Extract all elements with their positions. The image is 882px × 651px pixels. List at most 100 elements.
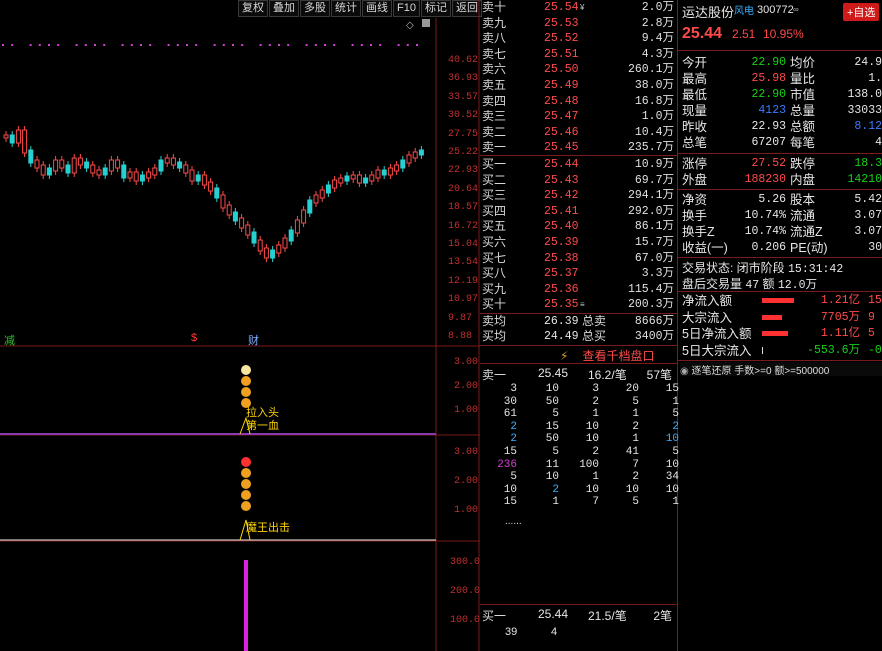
queue-cell: 3 — [510, 383, 517, 395]
candle — [15, 129, 21, 144]
flow-extra: 15 — [868, 294, 882, 307]
bid-row[interactable]: 买八 25.37 3.3万 — [482, 266, 678, 282]
bid-row[interactable]: 买七 25.38 67.0万 — [482, 251, 678, 267]
queue-cell: 5 — [672, 446, 679, 458]
signal-dot — [130, 44, 133, 46]
marker-cai[interactable]: 财 — [248, 332, 259, 348]
signal-dot — [121, 44, 124, 46]
quote-value: 3.07 — [854, 225, 882, 238]
flow-extra: 9 — [868, 310, 875, 324]
bid-row[interactable]: 买九 25.36 115.4万 — [482, 282, 678, 298]
candle — [170, 157, 176, 166]
queue-cell: 15 — [545, 420, 559, 433]
quote-value: 5.42 — [854, 193, 882, 206]
queue-cell: 10 — [665, 483, 679, 496]
signal-dot — [241, 44, 244, 46]
quote-value: 14210 — [847, 173, 882, 186]
queue-cell: 10 — [665, 458, 679, 471]
ask-row[interactable]: 卖十 25.54 ¥2.0万 — [482, 0, 678, 16]
bid-label: 买五 — [482, 219, 507, 234]
quote-label: 市值 — [790, 88, 816, 102]
queue-cell: 5 — [552, 446, 559, 458]
queue-cell: 15 — [665, 383, 679, 395]
ask-row[interactable]: 卖四 25.48 16.8万 — [482, 94, 678, 110]
ask-row[interactable]: 卖八 25.52 9.4万 — [482, 31, 678, 47]
bid-volume: 10.9万 — [634, 158, 674, 171]
ask-row[interactable]: 卖六 25.50 260.1万 — [482, 62, 678, 78]
bid-volume: 292.0万 — [627, 204, 674, 218]
queue-more[interactable]: ...... — [505, 516, 522, 527]
quote-label: 现量 — [682, 104, 708, 118]
signal-dot — [287, 44, 290, 46]
candle — [133, 171, 139, 182]
add-watchlist-button[interactable]: +自选 — [843, 3, 880, 21]
ask-flag-icon: ¥ — [580, 3, 585, 12]
queue-cell: 10 — [545, 383, 559, 395]
ask-label: 卖一 — [482, 140, 507, 155]
queue-buy-header: 买一 25.44 21.5/笔 2笔 — [482, 607, 672, 623]
stock-name[interactable]: 运达股份 — [682, 2, 734, 21]
ind2-tick: 3.00 — [454, 447, 479, 458]
flow-label: 大宗流入 — [682, 310, 733, 325]
ask-row[interactable]: 卖五 25.49 38.0万 — [482, 78, 678, 94]
bid-row[interactable]: 买六 25.39 15.7万 — [482, 235, 678, 251]
bid-label: 买十 — [482, 297, 507, 312]
price-line: 25.44 2.51 10.95% — [680, 25, 882, 45]
price-tick: 10.97 — [448, 294, 479, 306]
view-thousand-orders-button[interactable]: ⚡ 查看千档盘口 — [560, 347, 654, 363]
bid-price: 25.38 — [544, 251, 579, 265]
queue-cell: 10 — [503, 483, 517, 496]
candle — [338, 177, 344, 184]
signal-dot — [149, 44, 152, 46]
trade-filter-bar[interactable]: ◉ 逐笔还原 手数>=0 额>=500000 — [680, 362, 882, 377]
ask-row[interactable]: 卖九 25.53 2.8万 — [482, 16, 678, 32]
quote-value: 4 — [875, 136, 882, 149]
flow-label: 5日大宗流入 — [682, 343, 752, 358]
bid-row[interactable]: 买三 25.42 294.1万 — [482, 188, 678, 204]
bid-row[interactable]: 买一 25.44 10.9万 — [482, 157, 678, 173]
queue-cell: 5 — [632, 496, 639, 509]
signal-dot — [94, 44, 96, 46]
queue-cell: 7 — [632, 458, 639, 471]
signal-dot — [416, 44, 418, 46]
signal-dot — [351, 44, 354, 46]
bid-row[interactable]: 买二 25.43 69.7万 — [482, 173, 678, 189]
queue-cell: 2 — [552, 483, 559, 496]
quote-value: 22.90 — [751, 56, 786, 69]
candle — [59, 159, 65, 169]
queue-cell: 10 — [585, 420, 599, 433]
signal-dot — [379, 44, 382, 46]
signal-dot — [167, 44, 170, 46]
current-price: 25.44 — [682, 25, 723, 42]
signal-coin-icon — [241, 468, 251, 478]
queue-cell: 1 — [632, 408, 639, 421]
signal-dot — [397, 44, 400, 46]
ask-row[interactable]: 卖七 25.51 4.3万 — [482, 47, 678, 63]
flow-value: 1.21亿 — [820, 294, 860, 307]
queue-cell: 2 — [632, 420, 639, 433]
marker-dollar[interactable]: $ — [191, 332, 197, 344]
queue-cell: 2 — [632, 471, 639, 484]
bid-row[interactable]: 买十 25.35 ≡ 200.3万 — [482, 297, 678, 313]
ask-row[interactable]: 卖二 25.46 10.4万 — [482, 125, 678, 141]
ask-price: 25.52 — [544, 32, 579, 46]
bid-volume: 294.1万 — [627, 189, 674, 203]
bid-row[interactable]: 买四 25.41 292.0万 — [482, 204, 678, 220]
kline-chart[interactable]: ◇ — [0, 0, 480, 651]
bid-row[interactable]: 买五 25.40 86.1万 — [482, 219, 678, 235]
ask-row[interactable]: 卖三 25.47 1.0万 — [482, 109, 678, 125]
signal-dot — [370, 44, 372, 46]
quote-label: 跌停 — [790, 157, 816, 171]
quote-label: 股本 — [790, 193, 816, 207]
queue-cell: 15 — [503, 446, 517, 458]
bid-label: 买一 — [482, 157, 507, 171]
bid-flag-icon: ≡ — [580, 300, 585, 310]
trade-status: 交易状态: 闭市阶段 15:31:42 — [682, 261, 844, 276]
bid-label: 买三 — [482, 188, 507, 203]
marker-jian[interactable]: 减 — [4, 332, 15, 348]
flow-bar — [762, 331, 788, 336]
ask-row[interactable]: 卖一 25.45 235.7万 — [482, 140, 678, 156]
candle — [294, 219, 300, 234]
signal-dot — [406, 44, 409, 46]
quote-value: 67207 — [751, 136, 786, 149]
